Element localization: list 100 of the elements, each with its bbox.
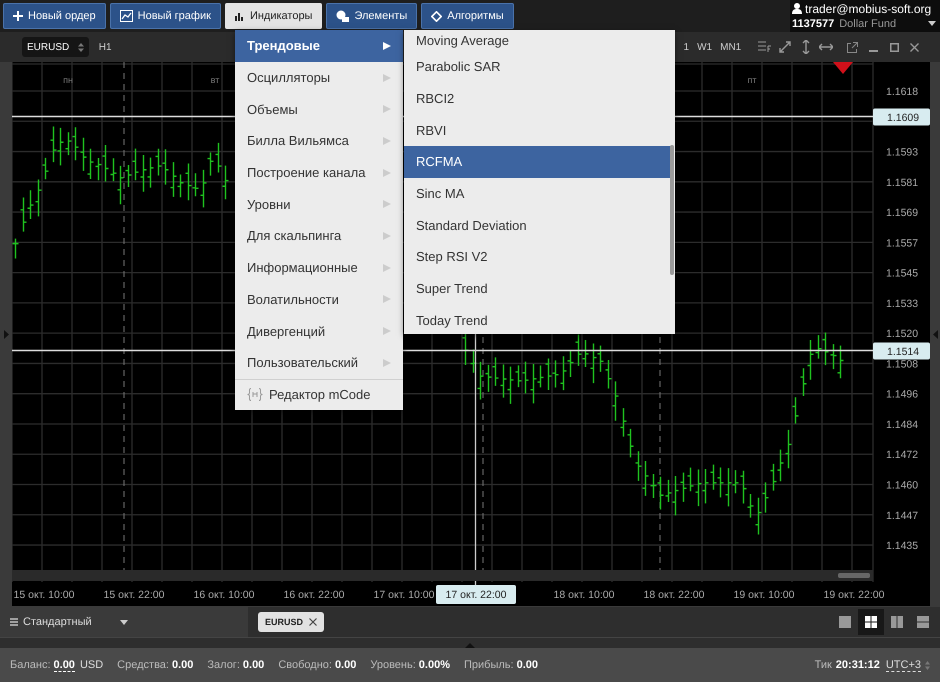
status-value: 0.00 — [242, 659, 264, 671]
timeframe-button[interactable]: H1 — [96, 42, 114, 52]
time-label: 18 окт. 22:00 — [644, 589, 704, 601]
menu-item[interactable]: Пользовательский — [235, 346, 403, 379]
diamond-icon — [431, 10, 442, 22]
day-label: пт — [748, 75, 756, 85]
scrollbar-thumb[interactable] — [670, 145, 674, 275]
menu-item[interactable]: Дивергенций — [235, 315, 403, 347]
tick-time: 20:31:12 — [836, 659, 880, 671]
period-button[interactable]: MN1 — [718, 42, 744, 52]
menu-item[interactable]: Today Trend — [404, 304, 665, 336]
plus-icon — [13, 11, 23, 21]
price-label: 1.1533 — [886, 298, 918, 310]
status-value: 0.00 — [516, 659, 538, 671]
time-label: 19 окт. 22:00 — [824, 589, 884, 601]
period-button[interactable]: 1 — [682, 42, 692, 52]
submenu-arrow-icon — [383, 200, 391, 208]
price-label: 1.1618 — [886, 86, 918, 98]
menu-item[interactable]: Трендовые — [235, 30, 403, 62]
price-label: 1.1557 — [886, 237, 918, 250]
price-label: 1.1496 — [886, 388, 918, 401]
status-label: Средства: — [117, 659, 169, 671]
day-label: вт — [210, 75, 220, 85]
account-number: 1137577 — [792, 18, 834, 30]
submenu-arrow-icon — [383, 42, 391, 50]
timezone-selector[interactable]: UTC+3 — [886, 658, 921, 672]
menu-item[interactable]: Sinc MA — [404, 178, 665, 210]
menu-item[interactable]: Редактор mCode — [235, 378, 403, 410]
menu-item[interactable]: Super Trend — [404, 272, 665, 304]
time-label: 16 окт. 10:00 — [194, 589, 254, 601]
price-label: 1.1520 — [886, 328, 918, 340]
menu-item[interactable]: Step RSI V2 — [404, 241, 665, 273]
triangle-marker-icon — [833, 62, 853, 74]
currency-label: USD — [80, 659, 104, 671]
time-label: 15 окт. 22:00 — [104, 589, 164, 601]
symbol-selector[interactable]: EURUSD — [22, 37, 89, 57]
status-value: 0.00 — [172, 659, 194, 671]
spinner-icon — [925, 660, 930, 670]
symbol-text: EURUSD — [27, 42, 70, 52]
submenu-arrow-icon — [383, 136, 391, 145]
price-label: 1.1484 — [886, 418, 918, 431]
menu-item[interactable]: RBCI2 — [404, 82, 665, 114]
menu-item[interactable]: RCFMA — [404, 146, 671, 178]
tick-label: Тик — [814, 659, 832, 671]
menu-item[interactable]: Волатильности — [235, 284, 403, 316]
menu-item[interactable]: Осцилляторы — [235, 62, 403, 94]
menu-item[interactable]: Билла Вильямса — [235, 125, 403, 157]
menu-item[interactable]: RBVI — [404, 114, 665, 146]
price-label: 1.1569 — [886, 207, 918, 220]
menu-item[interactable]: Для скальпинга — [235, 220, 403, 252]
submenu-arrow-icon — [383, 168, 391, 177]
menu-item[interactable]: Информационные — [235, 252, 403, 284]
menu-icon — [10, 618, 18, 626]
price-label: 1.1435 — [886, 540, 918, 552]
cursor-time-label: 17 окт. 22:00 — [436, 585, 516, 604]
status-label: Баланс: — [10, 659, 51, 671]
status-label: Залог: — [207, 659, 240, 671]
submenu-arrow-icon — [383, 264, 391, 272]
toolbar-button[interactable]: Новый ордер — [3, 3, 106, 29]
time-label: 19 окт. 10:00 — [734, 589, 794, 601]
day-label: пн — [63, 75, 73, 85]
account-panel[interactable]: trader@mobius-soft.org 1137577 Dollar Fund — [790, 0, 940, 32]
menu-item[interactable]: Уровни — [235, 188, 403, 220]
caret-icon — [120, 620, 128, 624]
toolbar-button[interactable]: Алгоритмы — [421, 3, 514, 29]
toolbar-button[interactable]: Элементы — [326, 3, 418, 29]
account-email: trader@mobius-soft.org — [805, 2, 932, 16]
menu-item[interactable]: Parabolic SAR — [404, 51, 665, 83]
submenu-arrow-icon — [383, 295, 391, 304]
scrollbar-thumb[interactable] — [838, 573, 870, 578]
expand-icon — [4, 330, 8, 339]
status-value: 0.00% — [418, 659, 450, 671]
menu-item[interactable]: Moving Average — [404, 30, 665, 51]
menu-item[interactable]: Построение канала — [235, 156, 403, 188]
price-label: 1.1508 — [886, 358, 918, 370]
menu-item[interactable]: Объемы — [235, 93, 403, 126]
price-label: 1.1593 — [886, 146, 918, 159]
chart-tab[interactable]: EURUSD — [258, 612, 324, 632]
status-label: Прибыль: — [464, 659, 514, 671]
menu-item[interactable]: Standard Deviation — [404, 209, 665, 242]
account-name: Dollar Fund — [839, 18, 896, 30]
time-label: 17 окт. 10:00 — [374, 589, 434, 601]
price-marker: 1.1609 — [873, 108, 930, 126]
status-label: Свободно: — [278, 659, 332, 671]
code-braces-icon — [247, 388, 263, 402]
time-label: 15 окт. 10:00 — [14, 589, 74, 601]
grid-layout-icon[interactable] — [858, 609, 884, 635]
spinner-icon — [78, 42, 84, 52]
status-value: 0.00 — [334, 659, 356, 671]
period-button[interactable]: W1 — [695, 42, 714, 52]
shapes-icon — [336, 10, 350, 22]
tab-label: EURUSD — [265, 617, 304, 627]
price-label: 1.1460 — [886, 480, 918, 492]
time-label: 18 окт. 10:00 — [554, 589, 614, 601]
toolbar-button[interactable]: Новый график — [110, 3, 221, 29]
workspace-dropdown[interactable]: Стандартный — [0, 607, 248, 637]
submenu-arrow-icon — [383, 74, 391, 82]
toolbar-button[interactable]: Индикаторы — [224, 3, 322, 29]
time-label: 16 окт. 22:00 — [284, 589, 344, 601]
status-value[interactable]: 0.00 — [54, 658, 75, 672]
